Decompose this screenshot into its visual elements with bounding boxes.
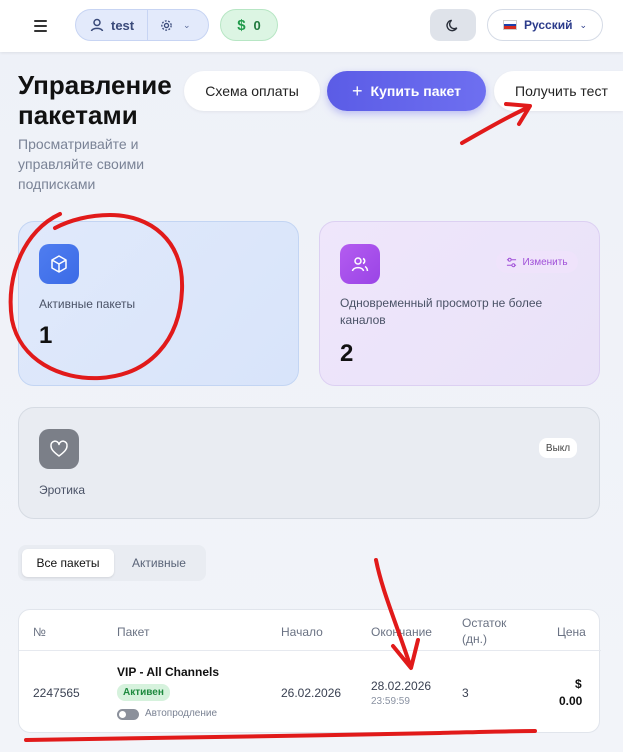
package-icon-box [39,244,79,284]
column-header-remaining: Остаток (дн.) [462,616,507,646]
payment-scheme-button[interactable]: Схема оплаты [184,71,320,111]
column-header-price: Цена [557,625,586,639]
heart-icon [50,440,68,457]
russia-flag-icon [502,20,517,30]
simultaneous-streams-value: 2 [340,340,354,367]
active-packages-value: 1 [39,322,53,349]
menu-button[interactable] [24,12,56,40]
autorenew-toggle[interactable] [117,709,139,720]
package-name: VIP - All Channels [117,665,220,679]
top-bar: test ⌄ $ 0 Русский ⌄ [0,0,623,52]
language-select[interactable]: Русский ⌄ [487,9,603,41]
active-packages-label: Активные пакеты [39,297,136,311]
theme-toggle-button[interactable] [430,9,476,41]
packages-table: № Пакет Начало Окончание Остаток (дн.) Ц… [18,609,601,733]
gear-icon [161,19,172,31]
change-streams-button[interactable]: Изменить [496,251,578,273]
simultaneous-streams-label: Одновременный просмотр не более каналов [340,296,543,327]
buy-package-label: Купить пакет [370,83,461,99]
buy-package-button[interactable]: + Купить пакет [327,71,486,111]
active-packages-card: Активные пакеты 1 [18,221,299,386]
user-profile-button[interactable]: test [76,10,148,40]
chevron-down-icon: ⌄ [183,19,191,30]
order-number: 2247565 [33,686,80,700]
package-tabs: Все пакеты Активные [18,545,206,581]
users-icon-box [340,244,380,284]
end-time: 23:59:59 [371,696,410,707]
payment-scheme-label: Схема оплаты [205,83,299,99]
column-header-number: № [33,625,46,639]
erotica-label: Эротика [39,483,86,497]
page-subtitle: Просматривайте и управляйте своими подпи… [18,136,145,192]
status-badge: Активен [117,684,170,701]
header-divider [19,650,601,651]
user-menu[interactable]: test ⌄ [75,9,209,41]
package-icon [51,255,67,273]
tab-active-packages[interactable]: Активные [118,549,200,577]
erotica-status-badge[interactable]: Выкл [539,438,577,458]
dollar-icon: $ [237,16,246,34]
erotica-card[interactable]: Эротика [18,407,600,519]
balance-button[interactable]: $ 0 [220,9,278,41]
balance-value: 0 [253,17,261,33]
start-date: 26.02.2026 [281,686,342,700]
chevron-down-icon: ⌄ [579,19,588,30]
simultaneous-streams-card: Одновременный просмотр не более каналов … [319,221,600,386]
autorenew-label: Автопродление [145,708,218,719]
menu-icon [33,20,47,22]
settings-dropdown[interactable]: ⌄ [148,19,191,32]
column-header-start: Начало [281,625,323,639]
user-name: test [111,17,135,33]
end-date: 28.02.2026 [371,679,432,693]
column-header-package: Пакет [117,625,150,639]
change-streams-label: Изменить [522,256,568,268]
get-test-button[interactable]: Получить тест [494,71,623,111]
price-value: 0.00 [559,694,583,708]
tab-all-packages[interactable]: Все пакеты [22,549,114,577]
sliders-icon [507,257,517,267]
language-label: Русский [523,18,573,32]
remaining-days: 3 [462,686,469,700]
users-icon [351,257,369,272]
price-currency: $ [575,677,582,691]
heart-icon-box [39,429,79,469]
moon-icon [445,19,457,31]
get-test-label: Получить тест [515,83,608,99]
user-icon [90,18,104,32]
column-header-end: Окончание [371,625,432,639]
plus-icon: + [352,80,363,101]
page-title: Управление пакетами [18,70,172,130]
